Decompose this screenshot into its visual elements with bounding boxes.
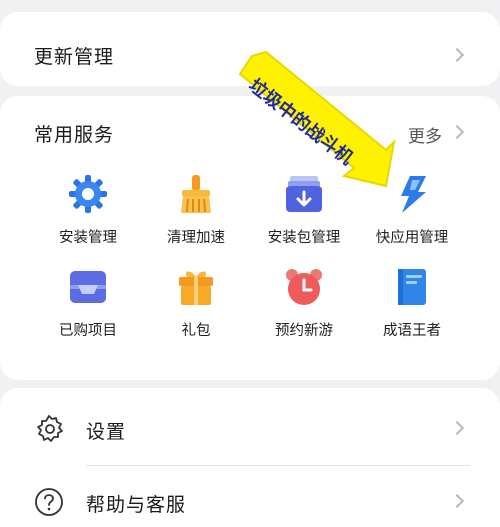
service-label: 清理加速 [167, 230, 225, 246]
gear-outline-icon [37, 415, 63, 442]
service-cleanup-speedup[interactable]: 清理加速 [142, 174, 250, 247]
install-gear-icon [69, 175, 107, 213]
more-chevron-icon[interactable] [449, 124, 465, 140]
service-install-management[interactable]: 安装管理 [34, 174, 142, 247]
gift-icon [179, 271, 213, 305]
settings-row[interactable]: 设置 [0, 392, 500, 466]
broom-icon [181, 175, 211, 213]
settings-label: 设置 [86, 421, 127, 443]
service-label: 预约新游 [275, 323, 333, 339]
chevron-right-icon [449, 47, 465, 63]
service-label: 礼包 [181, 323, 211, 339]
book-icon [398, 269, 426, 305]
service-label: 快应用管理 [375, 230, 449, 246]
chevron-right-icon [449, 420, 465, 436]
purchased-tray-icon [70, 271, 106, 303]
settings-card: 设置 帮助与客服 [0, 388, 500, 527]
chevron-right-icon [449, 493, 465, 509]
service-label: 安装管理 [59, 230, 117, 246]
service-gift-pack[interactable]: 礼包 [142, 267, 250, 340]
annotation-arrow [238, 50, 396, 188]
service-label: 安装包管理 [267, 230, 341, 246]
update-management-title: 更新管理 [34, 46, 115, 68]
service-purchased-items[interactable]: 已购项目 [34, 267, 142, 340]
help-service-label: 帮助与客服 [86, 494, 187, 516]
help-circle-icon [35, 488, 63, 516]
common-services-title: 常用服务 [34, 124, 115, 146]
help-service-row[interactable]: 帮助与客服 [0, 465, 500, 527]
alarm-clock-icon [286, 269, 322, 305]
service-idiom-king[interactable]: 成语王者 [358, 267, 466, 340]
service-reserve-new-games[interactable]: 预约新游 [250, 267, 358, 340]
service-label: 成语王者 [383, 323, 441, 339]
service-label: 已购项目 [59, 323, 117, 339]
